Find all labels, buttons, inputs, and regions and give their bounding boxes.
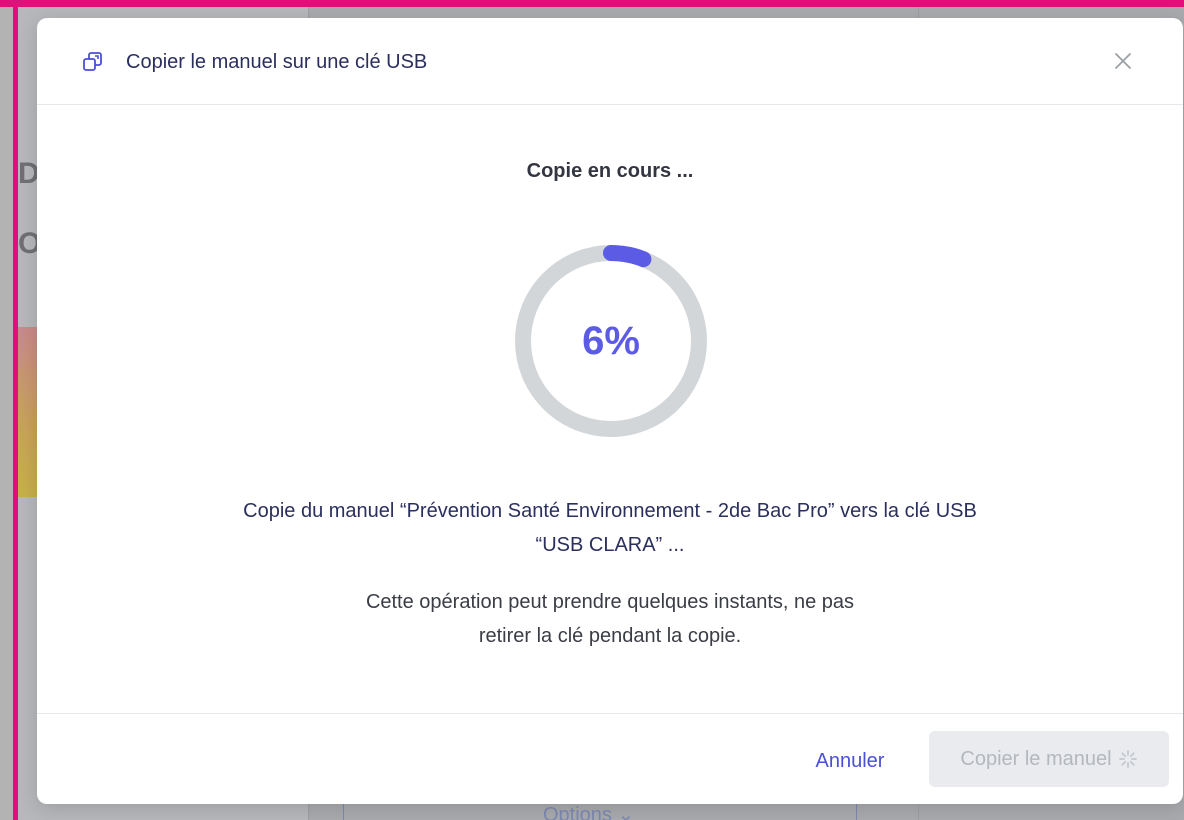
copy-description-line: Copie du manuel “Prévention Santé Enviro… [243,500,977,522]
dialog-footer: Annuler Copier le manuel [37,713,1183,804]
copy-description: Copie du manuel “Prévention Santé Enviro… [137,494,1083,562]
copy-usb-dialog: Copier le manuel sur une clé USB Copie e… [37,18,1183,804]
screenshot-frame-left [13,0,18,820]
copy-warning-line: retirer la clé pendant la copie. [478,625,742,647]
copy-warning: Cette opération peut prendre quelques in… [257,585,963,653]
copy-manual-button[interactable]: Copier le manuel [929,731,1169,787]
copy-description-line: “USB CLARA” ... [535,534,685,556]
copy-status-title: Copie en cours ... [526,160,694,182]
copy-manual-button-label: Copier le manuel [960,747,1112,770]
background-image [18,327,38,497]
progress-percent: 6% [582,318,640,363]
spinner-icon [1118,750,1137,768]
background-options-label: Options ⌄ [543,804,635,820]
copy-icon [83,52,102,71]
dialog-title: Copier le manuel sur une clé USB [126,51,428,73]
screenshot-frame-top [0,0,1184,7]
cancel-button[interactable]: Annuler [795,741,905,781]
close-icon[interactable] [1111,49,1135,73]
dialog-header: Copier le manuel sur une clé USB [37,18,1183,105]
copy-warning-line: Cette opération peut prendre quelques in… [365,591,855,613]
